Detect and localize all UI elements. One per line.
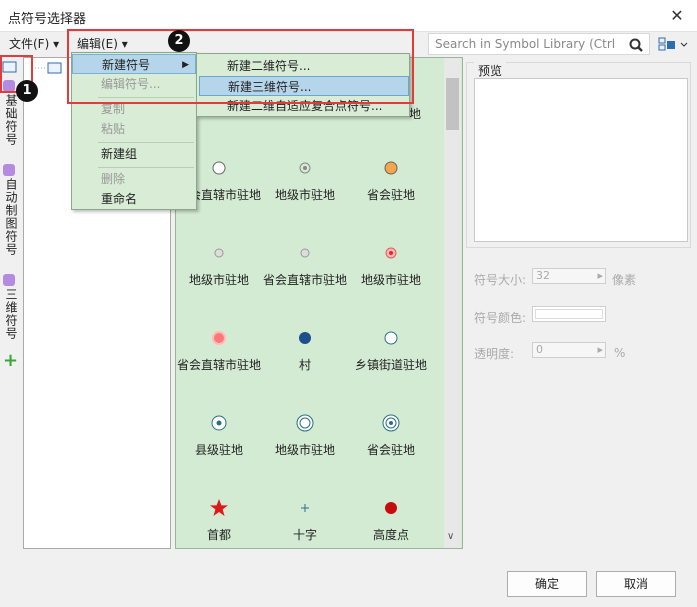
- symbol-cell[interactable]: 十字: [262, 498, 348, 543]
- callout-badge-2: 2: [168, 30, 190, 52]
- circle-red-icon: [176, 328, 262, 348]
- scroll-down-icon[interactable]: ∨: [447, 531, 454, 542]
- symbol-color-label: 符号颜色:: [474, 311, 527, 325]
- tab-3d-symbols[interactable]: 三维符号: [3, 288, 20, 340]
- symbol-cell[interactable]: 省会驻地: [348, 413, 434, 458]
- symbol-label: 县级驻地: [194, 443, 243, 457]
- menu-separator: [98, 167, 194, 168]
- target-dot-icon: [176, 413, 262, 433]
- symbol-cell[interactable]: 县级驻地: [176, 413, 262, 458]
- symbol-grid[interactable]: 地 省会直辖市驻地 地级市驻地 省会驻地 地级市驻地 省会直辖市驻地 地级市驻地 省会直辖市…: [175, 57, 463, 549]
- ok-button[interactable]: 确定: [507, 571, 587, 597]
- preview-canvas: [474, 78, 688, 242]
- symbol-label: 首都: [206, 528, 231, 542]
- menu-item-delete[interactable]: 删除: [72, 169, 196, 189]
- symbol-cell[interactable]: 省会直辖市驻地: [176, 328, 262, 373]
- circle-dot-gray-icon: [262, 158, 348, 178]
- opacity-field[interactable]: 0 ▸: [532, 342, 606, 358]
- file-menu[interactable]: 文件(F) ▾: [5, 34, 63, 54]
- symbol-cell[interactable]: 首都: [176, 498, 262, 543]
- circle-orange-icon: [348, 158, 434, 178]
- symbol-label: 村: [298, 358, 311, 372]
- symbol-label: 十字: [292, 528, 317, 542]
- circle-hollow-teal-icon: [348, 328, 434, 348]
- library-tab-strip: 基础符号 自动制图符号 三维符号 +: [0, 56, 20, 551]
- symbol-label: 省会驻地: [366, 443, 415, 457]
- star-red-icon: [176, 498, 262, 518]
- size-unit: 像素: [612, 273, 637, 287]
- opacity-unit: %: [614, 346, 626, 360]
- target-double-icon: [262, 413, 348, 433]
- symbol-cell[interactable]: 省会驻地: [348, 158, 434, 203]
- symbol-label: 省会直辖市驻地: [262, 273, 347, 287]
- partial-symbol-label: 地: [409, 107, 422, 121]
- spin-arrow-icon[interactable]: ▸: [597, 269, 603, 283]
- add-library-icon[interactable]: +: [3, 352, 18, 370]
- symbol-cell[interactable]: 地级市驻地: [262, 413, 348, 458]
- auto-map-icon: [3, 164, 15, 176]
- dot-red-icon: [348, 498, 434, 518]
- symbol-cell[interactable]: 高度点: [348, 498, 434, 543]
- circle-small-gray-icon: [262, 243, 348, 263]
- search-placeholder: Search in Symbol Library (Ctrl: [435, 37, 616, 51]
- 3d-icon: [3, 274, 15, 286]
- symbol-label: 地级市驻地: [274, 443, 335, 457]
- search-icon[interactable]: [629, 38, 645, 52]
- circle-red-dot-icon: [348, 243, 434, 263]
- view-mode-button[interactable]: [655, 33, 691, 55]
- menu-item-new-group[interactable]: 新建组: [72, 144, 196, 164]
- symbol-color-swatch[interactable]: [532, 306, 606, 322]
- window-title: 点符号选择器: [8, 12, 87, 27]
- circle-blue-icon: [262, 328, 348, 348]
- symbol-size-label: 符号大小:: [474, 273, 527, 287]
- callout-badge-1: 1: [16, 80, 38, 102]
- search-input[interactable]: Search in Symbol Library (Ctrl: [428, 33, 650, 55]
- tree-root-icon: [32, 62, 62, 74]
- cross-icon: [262, 498, 348, 518]
- title-bar: 点符号选择器 ✕: [0, 0, 697, 32]
- symbol-label: 地级市驻地: [274, 188, 335, 202]
- menu-item-rename[interactable]: 重命名: [72, 189, 196, 209]
- symbol-cell[interactable]: 村: [262, 328, 348, 373]
- circle-small-gray-icon: [176, 243, 262, 263]
- symbol-label: 地级市驻地: [188, 273, 249, 287]
- spin-arrow-icon[interactable]: ▸: [597, 343, 603, 357]
- symbol-label: 省会驻地: [366, 188, 415, 202]
- symbol-label: 高度点: [372, 528, 409, 542]
- cancel-button[interactable]: 取消: [596, 571, 676, 597]
- symbol-cell[interactable]: 省会直辖市驻地: [262, 243, 348, 288]
- symbol-label: 地级市驻地: [360, 273, 421, 287]
- grid-scrollbar[interactable]: ∨: [444, 58, 461, 548]
- view-mode-icon: [658, 37, 688, 51]
- symbol-cell[interactable]: 乡镇街道驻地: [348, 328, 434, 373]
- menu-separator: [98, 142, 194, 143]
- close-icon[interactable]: ✕: [665, 4, 689, 28]
- symbol-cell[interactable]: 地级市驻地: [348, 243, 434, 288]
- symbol-cell[interactable]: 地级市驻地: [176, 243, 262, 288]
- symbol-size-field[interactable]: 32 ▸: [532, 268, 606, 284]
- preview-title: 预览: [474, 62, 507, 79]
- menu-item-paste[interactable]: 粘贴: [72, 119, 196, 139]
- symbol-label: 乡镇街道驻地: [354, 358, 427, 372]
- opacity-label: 透明度:: [474, 347, 515, 361]
- scroll-thumb[interactable]: [446, 78, 459, 130]
- tab-auto-map-symbols[interactable]: 自动制图符号: [3, 178, 20, 256]
- symbol-label: 省会直辖市驻地: [176, 358, 261, 372]
- callout-box-2: [67, 29, 414, 104]
- tab-basic-symbols[interactable]: 基础符号: [3, 94, 20, 146]
- symbol-cell[interactable]: 地级市驻地: [262, 158, 348, 203]
- target-triple-icon: [348, 413, 434, 433]
